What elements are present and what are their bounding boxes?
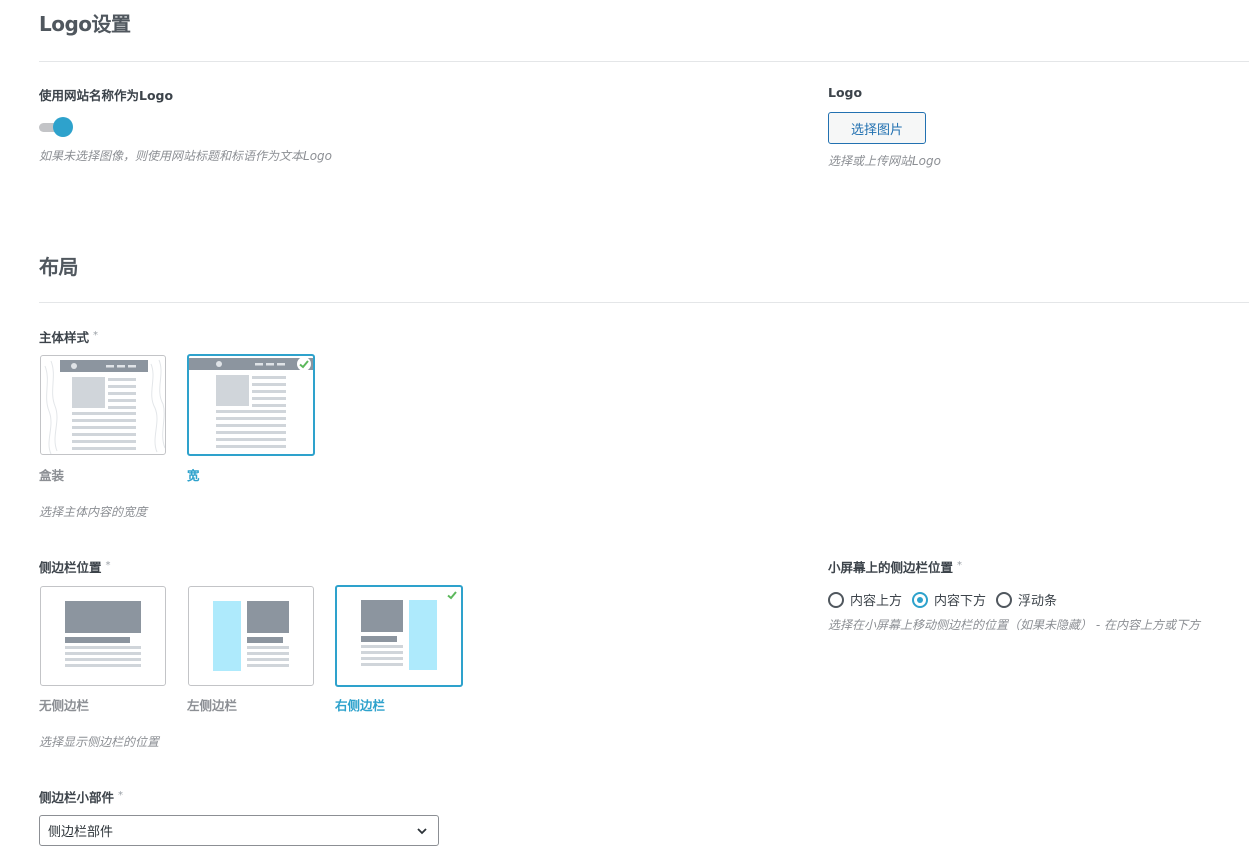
right-sidebar-thumbnail bbox=[361, 600, 437, 670]
radio-above-content[interactable]: 内容上方 bbox=[828, 590, 902, 609]
sidebar-option-right[interactable] bbox=[335, 585, 463, 687]
sidebar-option-left-label[interactable]: 左侧边栏 bbox=[187, 695, 237, 714]
body-style-label: 主体样式 * bbox=[39, 330, 99, 345]
mobile-sidebar-radio-group: 内容上方 内容下方 浮动条 bbox=[828, 590, 1067, 609]
layout-section-divider bbox=[39, 302, 1249, 303]
body-style-option-wide[interactable] bbox=[187, 354, 315, 456]
wide-layout-thumbnail bbox=[189, 358, 313, 448]
check-icon bbox=[297, 357, 311, 371]
sidebar-position-description: 选择显示侧边栏的位置 bbox=[39, 735, 160, 749]
mobile-sidebar-label: 小屏幕上的侧边栏位置 * bbox=[828, 560, 963, 575]
select-image-button[interactable]: 选择图片 bbox=[828, 112, 926, 144]
use-site-name-toggle[interactable] bbox=[39, 117, 75, 137]
mobile-sidebar-description: 选择在小屏幕上移动侧边栏的位置（如果未隐藏） - 在内容上方或下方 bbox=[828, 618, 1200, 632]
sidebar-option-none-label[interactable]: 无侧边栏 bbox=[39, 695, 89, 714]
radio-label: 内容下方 bbox=[934, 594, 987, 609]
body-style-option-wide-label[interactable]: 宽 bbox=[187, 465, 200, 484]
radio-label: 内容上方 bbox=[850, 594, 903, 609]
required-mark: * bbox=[93, 330, 99, 341]
toggle-knob bbox=[53, 117, 73, 137]
use-site-name-label: 使用网站名称作为Logo bbox=[39, 88, 174, 103]
logo-section-divider bbox=[39, 61, 1249, 62]
sidebar-option-left[interactable] bbox=[188, 586, 314, 686]
required-mark: * bbox=[957, 560, 963, 571]
logo-section-title: Logo设置 bbox=[39, 12, 131, 36]
check-icon bbox=[445, 588, 459, 602]
chevron-down-icon bbox=[417, 828, 427, 835]
required-mark: * bbox=[118, 790, 124, 801]
body-style-option-boxed-label[interactable]: 盒装 bbox=[39, 465, 64, 484]
radio-below-content[interactable]: 内容下方 bbox=[912, 590, 986, 609]
sidebar-option-none[interactable] bbox=[40, 586, 166, 686]
radio-circle[interactable] bbox=[828, 591, 844, 608]
sidebar-widget-label: 侧边栏小部件 * bbox=[39, 790, 124, 805]
body-style-option-boxed[interactable] bbox=[40, 355, 166, 455]
radio-floating-bar[interactable]: 浮动条 bbox=[996, 590, 1057, 609]
body-style-description: 选择主体内容的宽度 bbox=[39, 505, 148, 519]
no-sidebar-thumbnail bbox=[65, 601, 141, 667]
sidebar-option-right-label[interactable]: 右侧边栏 bbox=[335, 695, 385, 714]
radio-circle[interactable] bbox=[996, 591, 1013, 608]
required-mark: * bbox=[105, 560, 111, 571]
radio-circle[interactable] bbox=[912, 591, 929, 608]
sidebar-widget-selected-value: 侧边栏部件 bbox=[48, 825, 114, 840]
layout-section-title: 布局 bbox=[39, 255, 79, 279]
boxed-layout-thumbnail bbox=[44, 359, 165, 454]
left-sidebar-thumbnail bbox=[213, 601, 289, 671]
sidebar-widget-select[interactable]: 侧边栏部件 bbox=[39, 815, 439, 846]
sidebar-position-label: 侧边栏位置 * bbox=[39, 560, 111, 575]
logo-description: 选择或上传网站Logo bbox=[828, 154, 941, 168]
use-site-name-description: 如果未选择图像，则使用网站标题和标语作为文本Logo bbox=[39, 149, 332, 163]
radio-label: 浮动条 bbox=[1018, 594, 1058, 609]
logo-label: Logo bbox=[828, 85, 863, 100]
